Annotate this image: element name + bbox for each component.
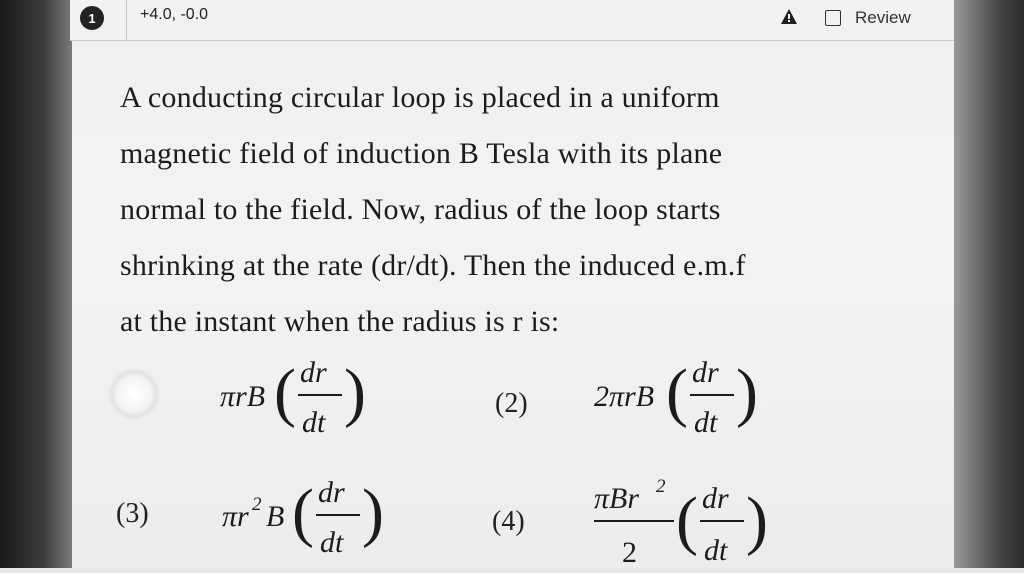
question-text: A conducting circular loop is placed in … bbox=[120, 70, 890, 350]
fraction-bar bbox=[298, 394, 342, 396]
option-1-prefix: πrB bbox=[220, 380, 265, 413]
option-3-number[interactable]: (3) bbox=[116, 498, 149, 530]
right-paren: ) bbox=[736, 356, 758, 429]
option-4-formula[interactable]: πBr 2 2 ( dr dt ) bbox=[594, 468, 768, 573]
question-line: magnetic field of induction B Tesla with… bbox=[120, 137, 723, 170]
option-4-denominator: dt bbox=[704, 534, 728, 567]
option-2-formula[interactable]: 2πrB ( dr dt ) bbox=[594, 350, 764, 455]
option-1-radio-selected[interactable] bbox=[112, 372, 156, 416]
left-paren: ( bbox=[274, 356, 296, 429]
option-3-exponent: 2 bbox=[252, 494, 262, 515]
question-line: normal to the field. Now, radius of the … bbox=[120, 193, 721, 226]
option-2-number[interactable]: (2) bbox=[495, 388, 528, 420]
review-checkbox[interactable]: Review bbox=[825, 4, 911, 32]
question-line: shrinking at the rate (dr/dt). Then the … bbox=[120, 249, 746, 282]
warning-icon[interactable] bbox=[780, 8, 798, 26]
option-1-numerator: dr bbox=[300, 356, 327, 389]
option-4-number[interactable]: (4) bbox=[492, 506, 525, 538]
option-1-formula[interactable]: πrB ( dr dt ) bbox=[220, 350, 370, 455]
option-3-denominator: dt bbox=[320, 526, 344, 559]
right-paren: ) bbox=[746, 484, 768, 557]
right-paren: ) bbox=[344, 356, 366, 429]
option-3-numerator: dr bbox=[318, 476, 345, 509]
option-4-frac-numerator: πBr bbox=[594, 482, 639, 515]
option-2-prefix: 2πrB bbox=[594, 380, 654, 413]
left-paren: ( bbox=[676, 484, 698, 557]
option-4-frac-denominator: 2 bbox=[622, 536, 637, 569]
fraction-bar bbox=[316, 514, 360, 516]
monitor-bezel-right bbox=[954, 0, 1024, 568]
left-paren: ( bbox=[292, 476, 314, 549]
monitor-bezel-left bbox=[0, 0, 72, 568]
option-3-suffix: B bbox=[266, 500, 284, 533]
question-number-badge[interactable]: 1 bbox=[80, 6, 104, 30]
question-line: at the instant when the radius is r is: bbox=[120, 305, 560, 338]
fraction-bar bbox=[690, 394, 734, 396]
review-checkbox-box[interactable] bbox=[825, 10, 841, 26]
option-4-numerator: dr bbox=[702, 482, 729, 515]
option-3-formula[interactable]: πr 2 B ( dr dt ) bbox=[222, 466, 384, 573]
option-3-prefix: πr bbox=[222, 500, 249, 533]
header-divider bbox=[126, 0, 127, 40]
right-paren: ) bbox=[362, 476, 384, 549]
review-label: Review bbox=[855, 8, 911, 27]
fraction-bar bbox=[700, 520, 744, 522]
question-line: A conducting circular loop is placed in … bbox=[120, 81, 720, 114]
option-2-denominator: dt bbox=[694, 406, 718, 439]
marks-scheme: +4.0, -0.0 bbox=[140, 6, 209, 23]
left-paren: ( bbox=[666, 356, 688, 429]
fraction-bar bbox=[594, 520, 674, 522]
option-4-frac-exponent: 2 bbox=[656, 476, 666, 497]
option-1-denominator: dt bbox=[302, 406, 326, 439]
option-2-numerator: dr bbox=[692, 356, 719, 389]
